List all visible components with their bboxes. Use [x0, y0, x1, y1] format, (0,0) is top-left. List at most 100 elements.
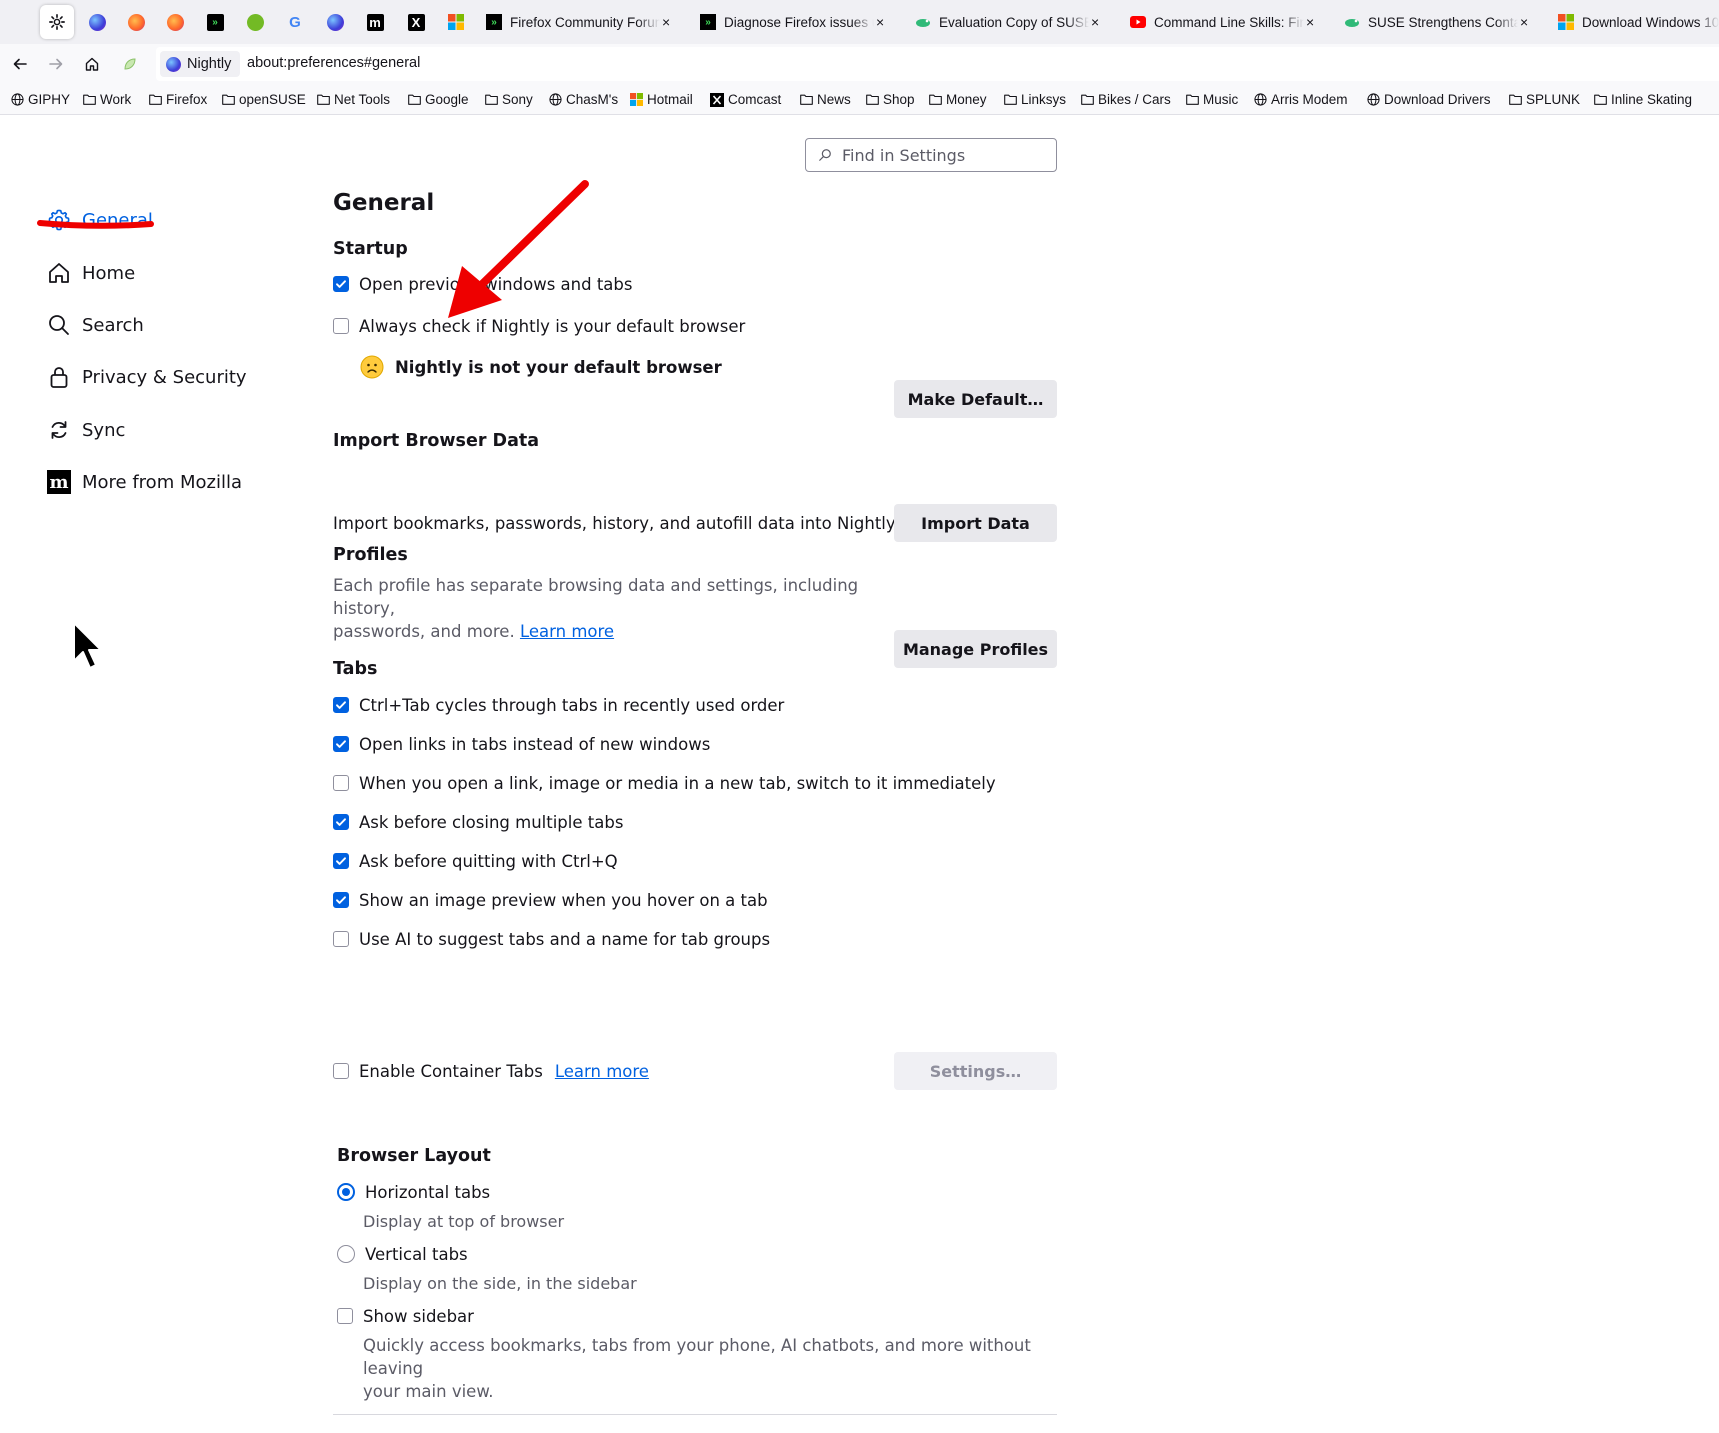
firefox-pinned-tab-1[interactable] [119, 5, 153, 39]
tab-option[interactable]: Ask before quitting with Ctrl+Q [333, 849, 618, 873]
sidebar-item-search[interactable]: Search [46, 309, 144, 341]
radio-unselected[interactable] [337, 1245, 355, 1263]
forum-icon: » [206, 13, 224, 31]
folder-icon [1003, 93, 1017, 107]
mozilla-pinned-tab[interactable]: m [358, 5, 392, 39]
manage-profiles-button[interactable]: Manage Profiles [894, 630, 1057, 668]
close-tab-icon[interactable]: × [876, 14, 884, 30]
tab-option[interactable]: Use AI to suggest tabs and a name for ta… [333, 927, 770, 951]
bookmark-item[interactable]: Download Drivers [1366, 92, 1491, 107]
bookmark-item[interactable]: Net Tools [316, 92, 390, 107]
bookmark-item[interactable]: Hotmail [629, 92, 693, 107]
microsoft-icon [629, 93, 643, 107]
bookmark-item[interactable]: ChasM's [548, 92, 618, 107]
tab-option[interactable]: Show an image preview when you hover on … [333, 888, 768, 912]
bookmark-item[interactable]: Music [1185, 92, 1238, 107]
horizontal-tabs-option[interactable]: Horizontal tabs [337, 1180, 490, 1204]
profiles-learn-more-link[interactable]: Learn more [520, 622, 614, 641]
radio-selected[interactable] [337, 1183, 355, 1201]
bookmark-label: Comcast [728, 92, 782, 107]
checkbox-checked[interactable] [333, 736, 349, 752]
folder-icon [928, 93, 942, 107]
sidebar-item-sync[interactable]: Sync [46, 414, 125, 446]
show-sidebar-option[interactable]: Show sidebar [337, 1304, 474, 1328]
bookmark-item[interactable]: Money [928, 92, 987, 107]
red-underline-annotation [37, 220, 154, 229]
firefox-pinned-tab-2[interactable] [158, 5, 192, 39]
close-tab-icon[interactable]: × [1091, 14, 1099, 30]
bookmark-item[interactable]: Comcast [710, 92, 781, 107]
tab-option[interactable]: Ctrl+Tab cycles through tabs in recently… [333, 693, 784, 717]
bookmark-item[interactable]: Arris Modem [1253, 92, 1348, 107]
folder-icon [1593, 93, 1607, 107]
tab-firefox-forum[interactable]: » Firefox Community Forum × [482, 5, 682, 39]
sidebar-item-home[interactable]: Home [46, 257, 135, 289]
make-default-button[interactable]: Make Default… [894, 380, 1057, 418]
bookmark-item[interactable]: SPLUNK [1508, 92, 1580, 107]
bookmark-item[interactable]: GIPHY [10, 92, 70, 107]
checkbox-unchecked[interactable] [333, 1063, 349, 1079]
bookmark-label: Download Drivers [1384, 92, 1491, 107]
tab-option[interactable]: When you open a link, image or media in … [333, 771, 996, 795]
close-tab-icon[interactable]: × [662, 14, 670, 30]
checkbox-checked[interactable] [333, 853, 349, 869]
opensuse-pinned-tab[interactable] [238, 5, 272, 39]
tab-suse-container[interactable]: SUSE Strengthens Container × [1340, 5, 1540, 39]
tab-download-windows[interactable]: Download Windows 10 [1554, 5, 1719, 39]
bookmark-item[interactable]: openSUSE [221, 92, 306, 107]
checkbox-unchecked[interactable] [333, 775, 349, 791]
checkbox-checked[interactable] [333, 697, 349, 713]
vertical-tabs-option[interactable]: Vertical tabs [337, 1242, 468, 1266]
import-data-button[interactable]: Import Data [894, 504, 1057, 542]
sidebar-item-privacy[interactable]: Privacy & Security [46, 361, 247, 393]
tab-suse-evaluation[interactable]: Evaluation Copy of SUSE Linux × [911, 5, 1111, 39]
close-tab-icon[interactable]: × [1306, 14, 1314, 30]
option-label: Vertical tabs [365, 1244, 468, 1264]
google-pinned-tab[interactable]: G [278, 5, 312, 39]
bookmark-item[interactable]: Google [407, 92, 469, 107]
bookmark-item[interactable]: Sony [484, 92, 533, 107]
bookmark-item[interactable]: Shop [865, 92, 915, 107]
bookmark-item[interactable]: Work [82, 92, 131, 107]
microsoft-pinned-tab[interactable] [439, 5, 473, 39]
checkbox-unchecked[interactable] [333, 318, 349, 334]
url-text[interactable]: about:preferences#general [247, 55, 420, 71]
checkbox-unchecked[interactable] [333, 931, 349, 947]
identity-label: Nightly [187, 56, 232, 72]
checkbox-checked[interactable] [333, 892, 349, 908]
folder-icon [1508, 93, 1522, 107]
settings-pinned-tab[interactable] [40, 5, 74, 39]
tab-option[interactable]: Ask before closing multiple tabs [333, 810, 623, 834]
tab-option[interactable]: Open links in tabs instead of new window… [333, 732, 710, 756]
nightly-pinned-tab[interactable] [80, 5, 114, 39]
x-pinned-tab[interactable]: X [399, 5, 433, 39]
bookmark-item[interactable]: News [799, 92, 851, 107]
checkbox-checked[interactable] [333, 276, 349, 292]
identity-box[interactable]: Nightly [160, 51, 241, 77]
option-label: Use AI to suggest tabs and a name for ta… [359, 929, 771, 949]
back-button[interactable] [8, 52, 32, 76]
mouse-cursor-icon [73, 622, 102, 669]
bookmark-label: openSUSE [239, 92, 306, 107]
home-button[interactable] [80, 52, 104, 76]
nightly-pinned-tab-2[interactable] [318, 5, 352, 39]
close-tab-icon[interactable]: × [1520, 14, 1528, 30]
bookmark-item[interactable]: Linksys [1003, 92, 1066, 107]
default-browser-status: Nightly is not your default browser [360, 352, 722, 382]
sidebar-item-more-from-mozilla[interactable]: m More from Mozilla [46, 466, 242, 498]
forward-button[interactable] [44, 52, 68, 76]
container-learn-more-link[interactable]: Learn more [555, 1062, 649, 1081]
bookmark-item[interactable]: Bikes / Cars [1080, 92, 1171, 107]
url-bar[interactable]: Nightly about:preferences#general [156, 47, 1719, 81]
tab-diagnose-firefox[interactable]: » Diagnose Firefox issues using × [696, 5, 896, 39]
bookmark-item[interactable]: Inline Skating [1593, 92, 1692, 107]
checkbox-checked[interactable] [333, 814, 349, 830]
container-settings-button[interactable]: Settings… [894, 1052, 1057, 1090]
checkbox-unchecked[interactable] [337, 1308, 353, 1324]
find-in-settings[interactable]: Find in Settings [805, 138, 1057, 172]
forum-pinned-tab[interactable]: » [198, 5, 232, 39]
container-tabs-option[interactable]: Enable Container Tabs Learn more [333, 1059, 649, 1083]
tab-command-line[interactable]: Command Line Skills: Finding × [1126, 5, 1326, 39]
extension-button[interactable] [118, 52, 142, 76]
bookmark-item[interactable]: Firefox [148, 92, 207, 107]
